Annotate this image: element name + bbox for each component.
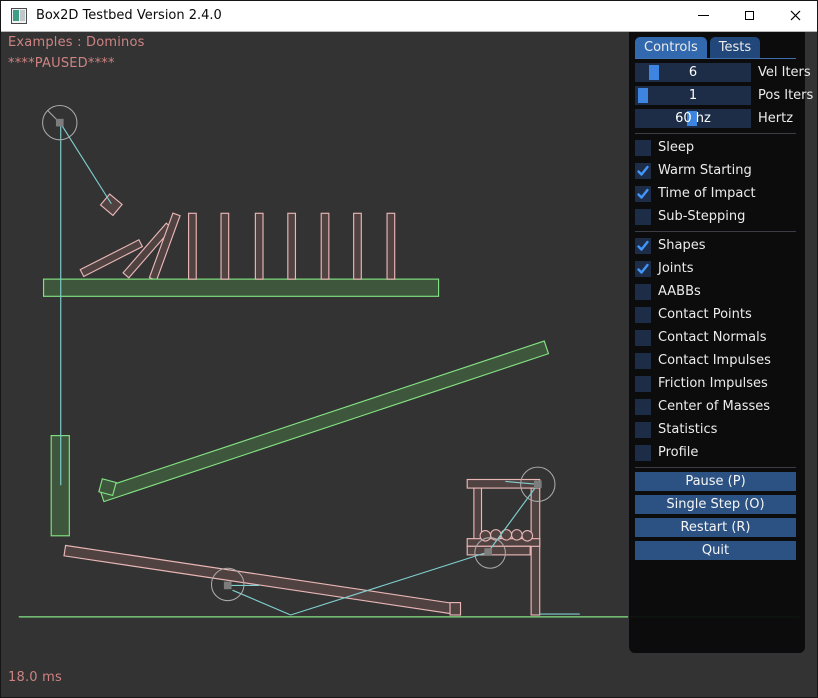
checkbox-aabbs[interactable]: AABBs bbox=[635, 282, 796, 301]
separator bbox=[635, 133, 796, 134]
check-icon bbox=[636, 262, 650, 276]
checkbox-box[interactable] bbox=[635, 307, 651, 323]
slider-label: Pos Iters bbox=[758, 88, 813, 103]
button-quit[interactable]: Quit bbox=[635, 541, 796, 560]
maximize-icon bbox=[745, 11, 754, 20]
checkbox-label: Friction Impulses bbox=[658, 376, 768, 391]
checkbox-shapes[interactable]: Shapes bbox=[635, 236, 796, 255]
maximize-button[interactable] bbox=[726, 0, 772, 31]
checkbox-label: AABBs bbox=[658, 284, 701, 299]
checkbox-box[interactable] bbox=[635, 163, 651, 179]
checkbox-box[interactable] bbox=[635, 261, 651, 277]
checkbox-time-of-impact[interactable]: Time of Impact bbox=[635, 184, 796, 203]
separator bbox=[635, 467, 796, 468]
checkbox-box[interactable] bbox=[635, 353, 651, 369]
tools-panel-body: ControlsTests 6Vel Iters 1Pos Iters 60 hz H… bbox=[629, 31, 805, 653]
checkbox-box[interactable] bbox=[635, 422, 651, 438]
frame-time: 18.0 ms bbox=[8, 670, 62, 685]
checkbox-label: Statistics bbox=[658, 422, 717, 437]
slider-vel-iters[interactable]: 6 bbox=[635, 63, 751, 82]
button-restart-r[interactable]: Restart (R) bbox=[635, 518, 796, 537]
checkbox-label: Contact Points bbox=[658, 307, 752, 322]
window-title: Box2D Testbed Version 2.4.0 bbox=[36, 8, 222, 23]
close-icon bbox=[790, 10, 801, 21]
checkbox-label: Joints bbox=[658, 261, 694, 276]
separator bbox=[635, 231, 796, 232]
checkbox-contact-impulses[interactable]: Contact Impulses bbox=[635, 351, 796, 370]
checkbox-box[interactable] bbox=[635, 399, 651, 415]
slider-label: Vel Iters bbox=[758, 65, 811, 80]
checkbox-box[interactable] bbox=[635, 209, 651, 225]
slider-row-hertz: 60 hz Hertz bbox=[635, 109, 796, 128]
slider-value: 1 bbox=[635, 86, 751, 105]
example-title: Examples : Dominos bbox=[8, 35, 145, 50]
slider-pos-iters[interactable]: 1 bbox=[635, 86, 751, 105]
slider-row-pos-iters: 1Pos Iters bbox=[635, 86, 796, 105]
checkbox-box[interactable] bbox=[635, 140, 651, 156]
tab-tests[interactable]: Tests bbox=[710, 37, 760, 58]
window-titlebar: Box2D Testbed Version 2.4.0 bbox=[0, 0, 818, 32]
checkbox-label: Shapes bbox=[658, 238, 705, 253]
checkbox-joints[interactable]: Joints bbox=[635, 259, 796, 278]
checkbox-label: Contact Impulses bbox=[658, 353, 771, 368]
checkbox-box[interactable] bbox=[635, 284, 651, 300]
slider-row-vel-iters: 6Vel Iters bbox=[635, 63, 796, 82]
check-icon bbox=[636, 164, 650, 178]
checkbox-box[interactable] bbox=[635, 186, 651, 202]
checkbox-friction-impulses[interactable]: Friction Impulses bbox=[635, 374, 796, 393]
minimize-button[interactable] bbox=[680, 0, 726, 31]
checkbox-statistics[interactable]: Statistics bbox=[635, 420, 796, 439]
checkbox-center-of-masses[interactable]: Center of Masses bbox=[635, 397, 796, 416]
checkbox-sleep[interactable]: Sleep bbox=[635, 138, 796, 157]
button-pause-p[interactable]: Pause (P) bbox=[635, 472, 796, 491]
checkbox-contact-points[interactable]: Contact Points bbox=[635, 305, 796, 324]
checkbox-label: Sleep bbox=[658, 140, 694, 155]
slider-value: 60 hz bbox=[635, 109, 751, 128]
checkbox-label: Center of Masses bbox=[658, 399, 770, 414]
scene-bodies bbox=[44, 194, 549, 615]
controls-list: Sleep Warm Starting Time of Impact Sub-Step… bbox=[635, 128, 796, 560]
checkbox-label: Profile bbox=[658, 445, 698, 460]
checkbox-label: Contact Normals bbox=[658, 330, 767, 345]
checkbox-profile[interactable]: Profile bbox=[635, 443, 796, 462]
checkbox-box[interactable] bbox=[635, 376, 651, 392]
slider-value: 6 bbox=[635, 63, 751, 82]
checkbox-contact-normals[interactable]: Contact Normals bbox=[635, 328, 796, 347]
slider-hertz[interactable]: 60 hz bbox=[635, 109, 751, 128]
joint-anchors bbox=[56, 119, 542, 589]
tab-controls[interactable]: Controls bbox=[635, 37, 707, 58]
slider-label: Hertz bbox=[758, 111, 793, 126]
window-controls bbox=[680, 0, 818, 31]
checkbox-box[interactable] bbox=[635, 445, 651, 461]
paused-status: ****PAUSED**** bbox=[8, 56, 115, 71]
button-single-step-o[interactable]: Single Step (O) bbox=[635, 495, 796, 514]
checkbox-box[interactable] bbox=[635, 238, 651, 254]
checkbox-label: Sub-Stepping bbox=[658, 209, 745, 224]
app-icon bbox=[11, 8, 27, 24]
checkbox-sub-stepping[interactable]: Sub-Stepping bbox=[635, 207, 796, 226]
slider-group: 6Vel Iters 1Pos Iters 60 hz Hertz bbox=[635, 59, 796, 128]
checkbox-warm-starting[interactable]: Warm Starting bbox=[635, 161, 796, 180]
minimize-icon bbox=[698, 15, 709, 16]
check-icon bbox=[636, 239, 650, 253]
checkbox-label: Time of Impact bbox=[658, 186, 756, 201]
tab-bar: ControlsTests bbox=[635, 37, 796, 59]
close-button[interactable] bbox=[772, 0, 818, 31]
checkbox-label: Warm Starting bbox=[658, 163, 752, 178]
tools-panel: Tools ControlsTests 6Vel Iters1Pos Iters… bbox=[628, 8, 806, 654]
check-icon bbox=[636, 187, 650, 201]
checkbox-box[interactable] bbox=[635, 330, 651, 346]
